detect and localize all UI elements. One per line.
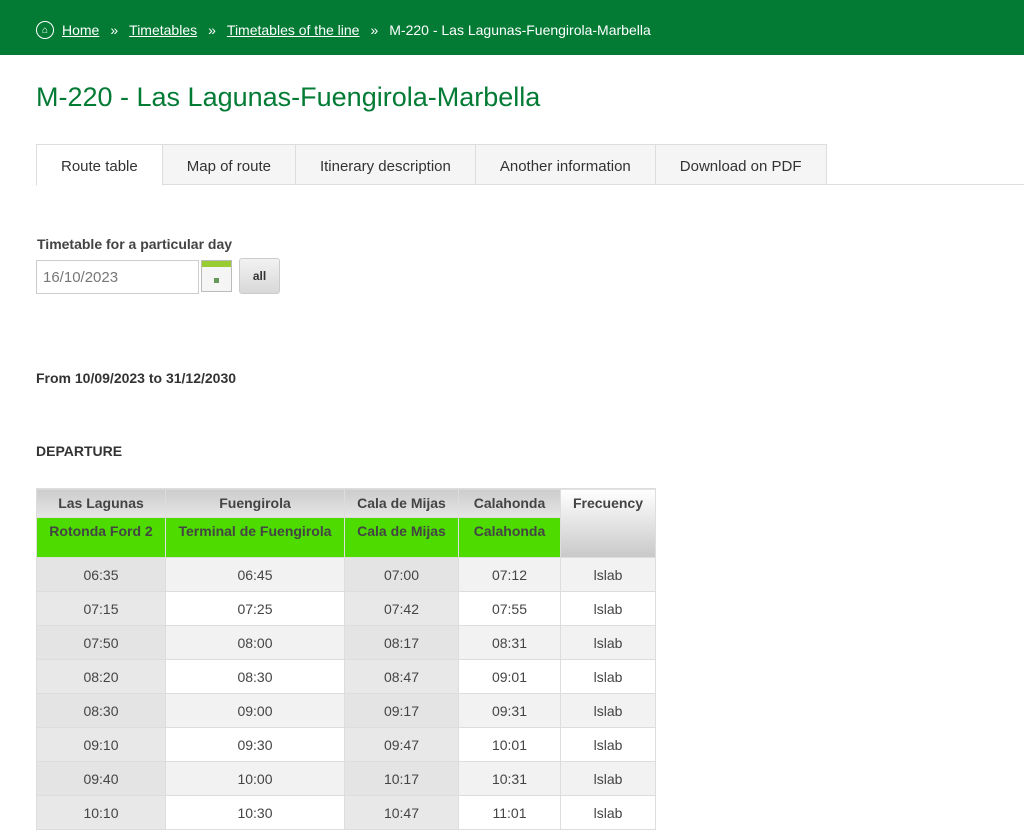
direction-heading: DEPARTURE xyxy=(36,443,123,459)
frequency-cell: lslab xyxy=(560,727,656,762)
table-row: 09:10 09:30 09:47 10:01 lslab xyxy=(36,727,656,762)
frequency-cell: lslab xyxy=(560,591,656,626)
frequency-cell: lslab xyxy=(560,693,656,728)
calendar-icon[interactable] xyxy=(201,260,232,292)
time-cell: 10:47 xyxy=(344,795,459,830)
breadcrumb-separator: » xyxy=(370,22,379,38)
time-cell: 09:17 xyxy=(344,693,459,728)
breadcrumb-current: M-220 - Las Lagunas-Fuengirola-Marbella xyxy=(389,22,651,38)
tab-itinerary-description[interactable]: Itinerary description xyxy=(295,144,476,185)
time-cell: 07:15 xyxy=(36,591,166,626)
timetable: Las Lagunas Fuengirola Cala de Mijas Cal… xyxy=(36,488,656,830)
breadcrumb-separator: » xyxy=(208,22,216,38)
table-row: 07:15 07:25 07:42 07:55 lslab xyxy=(36,591,656,626)
column-header: Fuengirola xyxy=(165,488,345,518)
time-cell: 08:30 xyxy=(165,659,345,694)
time-cell: 07:12 xyxy=(458,557,561,592)
top-bar: ⌂ Home » Timetables » Timetables of the … xyxy=(0,0,1024,55)
time-cell: 10:00 xyxy=(165,761,345,796)
time-cell: 08:30 xyxy=(36,693,166,728)
column-header: Calahonda xyxy=(458,488,561,518)
time-cell: 09:00 xyxy=(165,693,345,728)
stop-header: Cala de Mijas xyxy=(344,517,459,558)
time-cell: 10:31 xyxy=(458,761,561,796)
tab-route-table[interactable]: Route table xyxy=(36,144,163,186)
frequency-cell: lslab xyxy=(560,659,656,694)
table-row: 07:50 08:00 08:17 08:31 lslab xyxy=(36,625,656,660)
date-input[interactable]: 16/10/2023 xyxy=(36,260,199,294)
time-cell: 09:40 xyxy=(36,761,166,796)
time-cell: 09:31 xyxy=(458,693,561,728)
table-row: 08:30 09:00 09:17 09:31 lslab xyxy=(36,693,656,728)
stop-header: Terminal de Fuengirola xyxy=(165,517,345,558)
time-cell: 07:00 xyxy=(344,557,459,592)
stop-header: Rotonda Ford 2 xyxy=(36,517,166,558)
time-cell: 08:17 xyxy=(344,625,459,660)
tab-map-of-route[interactable]: Map of route xyxy=(162,144,296,185)
all-button[interactable]: all xyxy=(239,258,280,294)
time-cell: 10:10 xyxy=(36,795,166,830)
breadcrumb-separator: » xyxy=(110,22,119,38)
column-header-frequency: Frecuency xyxy=(560,488,656,558)
time-cell: 08:00 xyxy=(165,625,345,660)
time-cell: 07:42 xyxy=(344,591,459,626)
column-header: Las Lagunas xyxy=(36,488,166,518)
time-cell: 10:17 xyxy=(344,761,459,796)
stop-header: Calahonda xyxy=(458,517,561,558)
day-filter-label: Timetable for a particular day xyxy=(37,236,233,252)
time-cell: 09:47 xyxy=(344,727,459,762)
time-cell: 08:20 xyxy=(36,659,166,694)
column-header: Cala de Mijas xyxy=(344,488,459,518)
time-cell: 10:30 xyxy=(165,795,345,830)
table-row: 06:35 06:45 07:00 07:12 lslab xyxy=(36,557,656,592)
frequency-cell: lslab xyxy=(560,625,656,660)
table-row: 10:10 10:30 10:47 11:01 lslab xyxy=(36,795,656,830)
breadcrumb-timetables[interactable]: Timetables xyxy=(129,22,197,38)
time-cell: 10:01 xyxy=(458,727,561,762)
tab-download-pdf[interactable]: Download on PDF xyxy=(655,144,827,185)
time-cell: 08:31 xyxy=(458,625,561,660)
frequency-cell: lslab xyxy=(560,795,656,830)
frequency-cell: lslab xyxy=(560,761,656,796)
breadcrumb-line-timetables[interactable]: Timetables of the line xyxy=(227,22,360,38)
time-cell: 11:01 xyxy=(458,795,561,830)
table-row: 09:40 10:00 10:17 10:31 lslab xyxy=(36,761,656,796)
breadcrumb-home[interactable]: Home xyxy=(62,22,99,38)
time-cell: 09:10 xyxy=(36,727,166,762)
time-cell: 09:01 xyxy=(458,659,561,694)
breadcrumb: ⌂ Home » Timetables » Timetables of the … xyxy=(36,21,651,39)
time-cell: 08:47 xyxy=(344,659,459,694)
time-cell: 07:50 xyxy=(36,625,166,660)
time-cell: 07:55 xyxy=(458,591,561,626)
tab-another-information[interactable]: Another information xyxy=(475,144,656,185)
time-cell: 06:45 xyxy=(165,557,345,592)
table-row: 08:20 08:30 08:47 09:01 lslab xyxy=(36,659,656,694)
validity-period: From 10/09/2023 to 31/12/2030 xyxy=(36,370,237,386)
home-icon[interactable]: ⌂ xyxy=(36,21,54,39)
page-title: M-220 - Las Lagunas-Fuengirola-Marbella xyxy=(36,82,541,112)
frequency-cell: lslab xyxy=(560,557,656,592)
time-cell: 06:35 xyxy=(36,557,166,592)
tab-bar: Route table Map of route Itinerary descr… xyxy=(36,144,1024,186)
time-cell: 07:25 xyxy=(165,591,345,626)
time-cell: 09:30 xyxy=(165,727,345,762)
